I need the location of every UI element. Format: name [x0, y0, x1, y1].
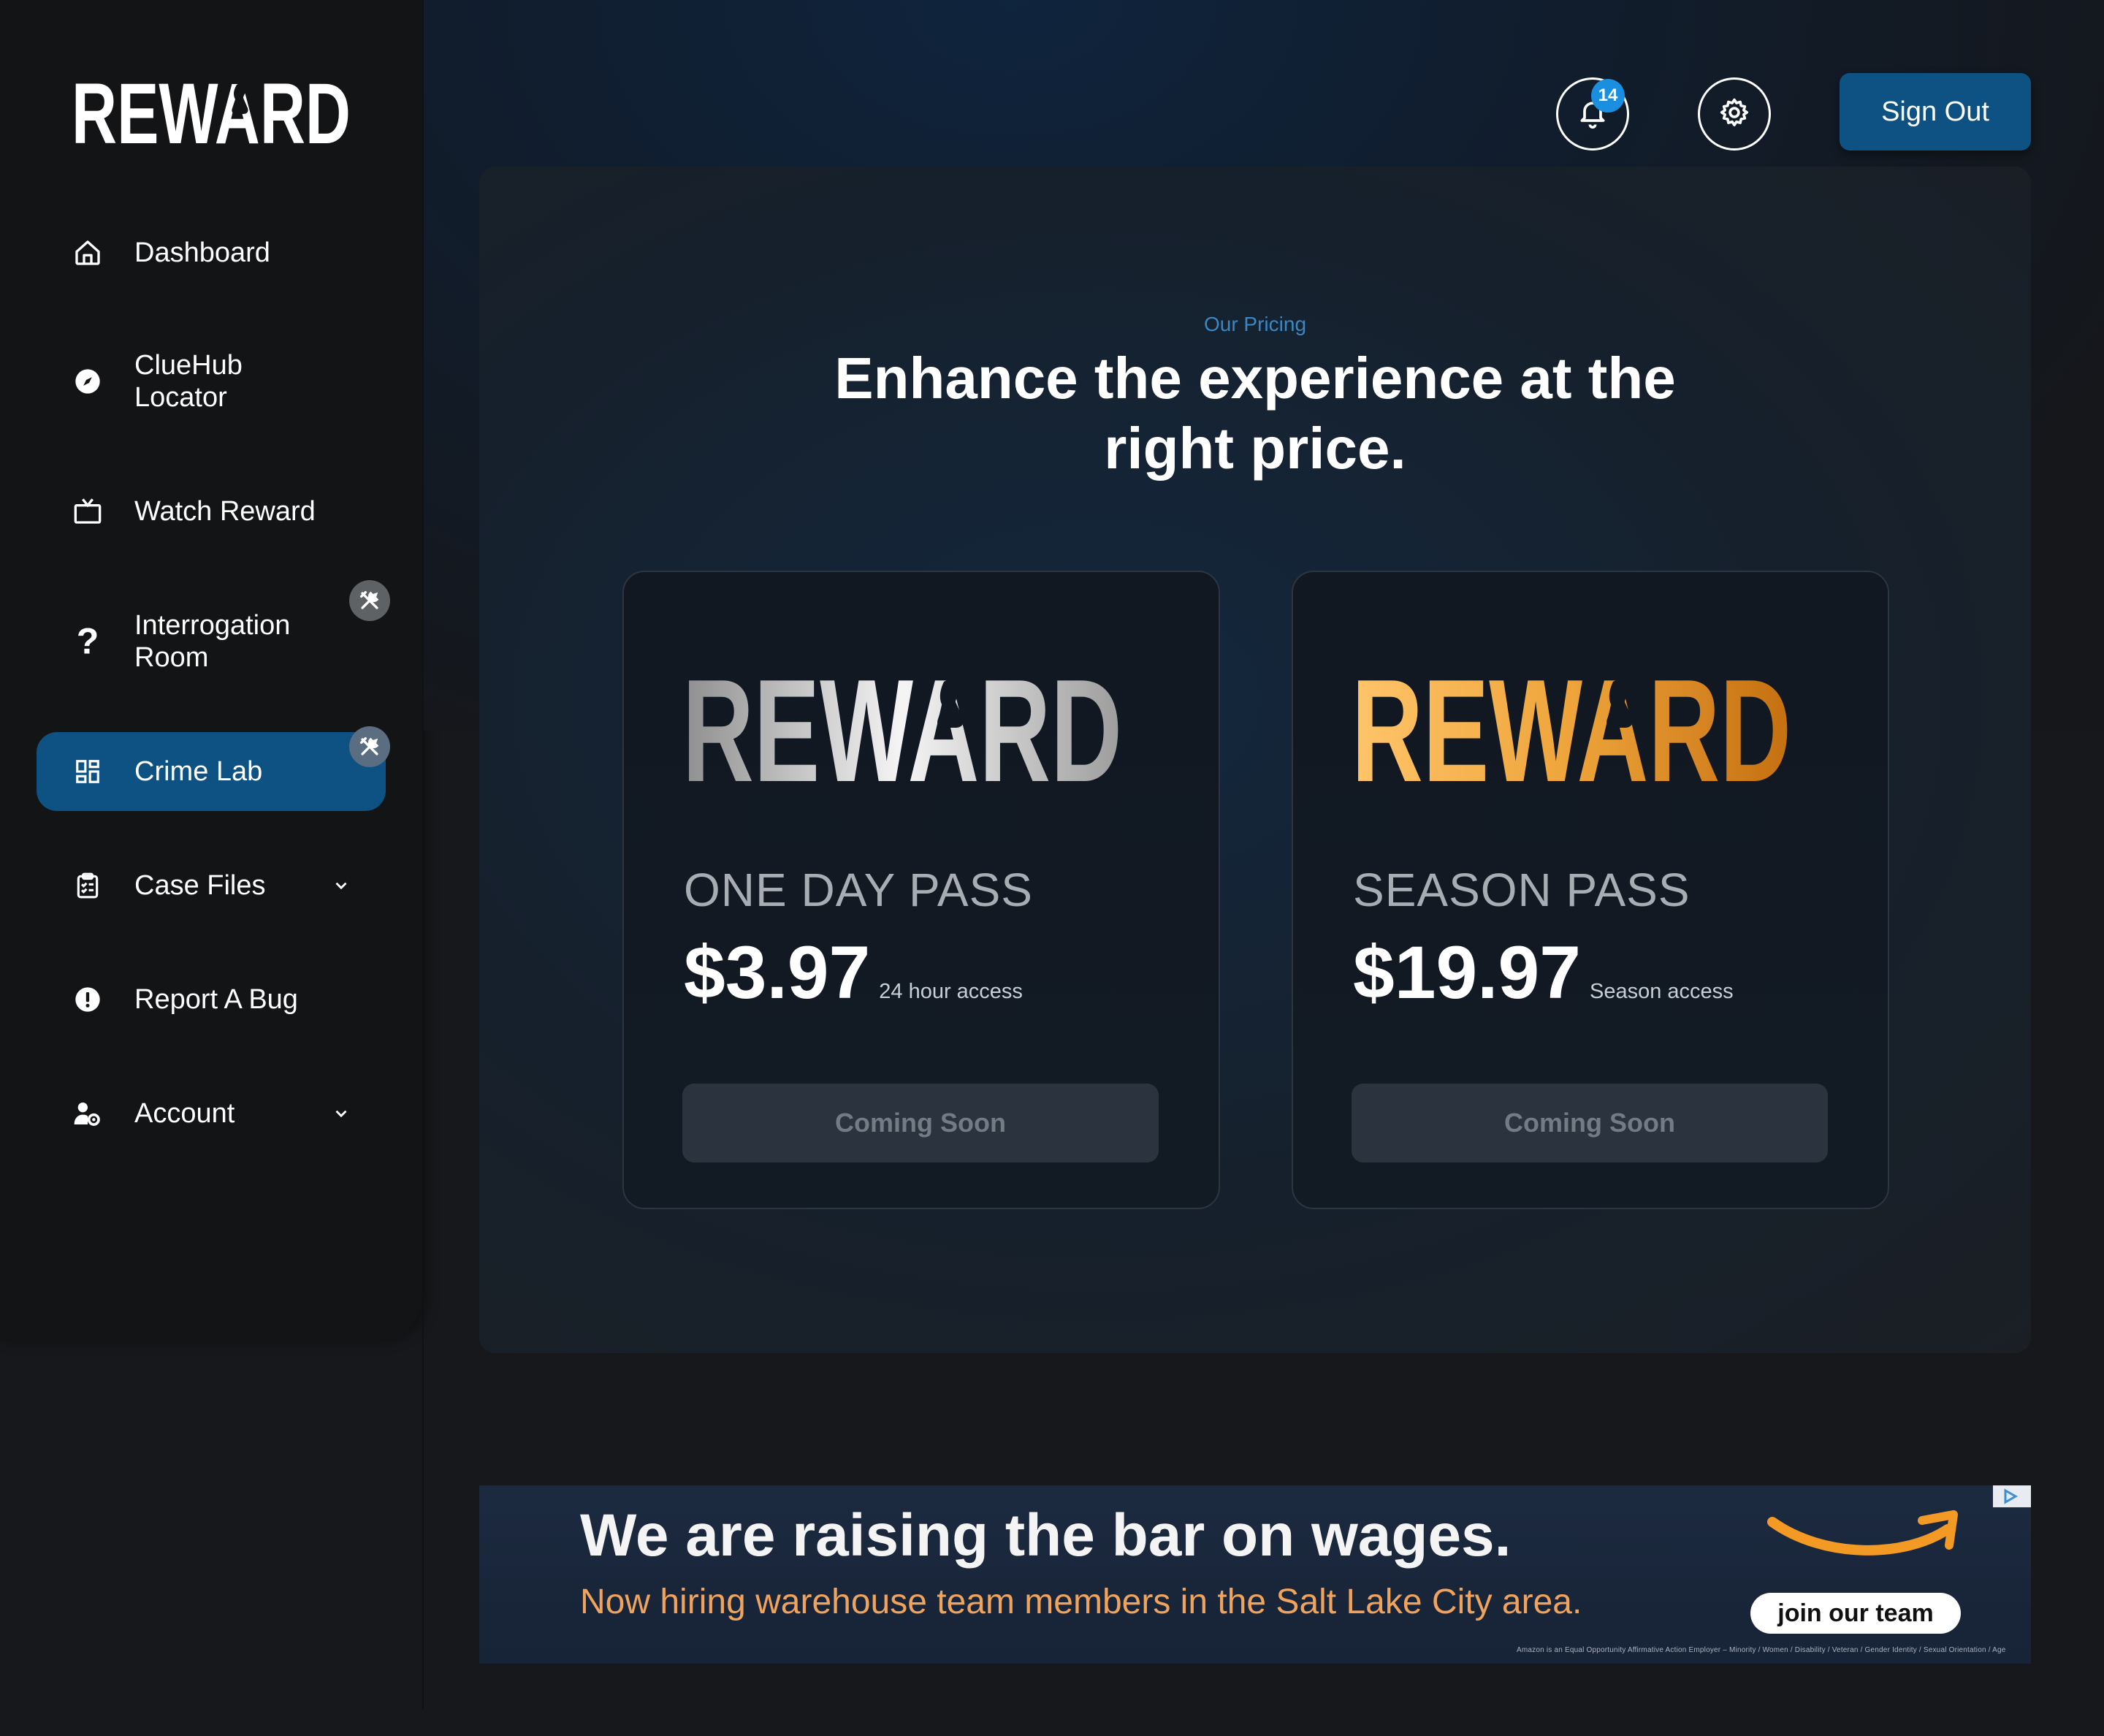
sign-out-button[interactable]: Sign Out [1840, 73, 2031, 151]
sidebar-item-label: Dashboard [134, 237, 270, 268]
sidebar-item-label: Crime Lab [134, 756, 263, 787]
sidebar-item-label: Interrogation Room [134, 610, 291, 673]
ad-headline: We are raising the bar on wages. [580, 1502, 1512, 1569]
sidebar-item-interrogation-room[interactable]: ? Interrogation Room [37, 602, 386, 681]
plan-access: 24 hour access [879, 980, 1023, 1003]
sidebar-item-report-a-bug[interactable]: Report A Bug [37, 960, 386, 1039]
sidebar-item-case-files[interactable]: Case Files [37, 846, 386, 925]
compass-icon [72, 365, 104, 397]
sidebar-item-label: Case Files [134, 870, 266, 901]
tools-icon [349, 726, 390, 767]
coming-soon-button[interactable]: Coming Soon [682, 1084, 1159, 1162]
sidebar-item-label: Account [134, 1098, 235, 1129]
plan-price: $19.97 [1353, 931, 1581, 1014]
plan-access: Season access [1589, 980, 1734, 1003]
pricing-panel: Our Pricing Enhance the experience at th… [479, 167, 2031, 1353]
sidebar-item-account[interactable]: Account [37, 1074, 386, 1153]
reward-logo[interactable]: REWARD [72, 70, 352, 149]
chevron-down-icon[interactable] [332, 876, 351, 895]
user-gear-icon [72, 1097, 104, 1130]
sidebar-item-dashboard[interactable]: Dashboard [37, 213, 386, 292]
settings-button[interactable] [1698, 77, 1771, 151]
ad-banner[interactable]: We are raising the bar on wages. Now hir… [479, 1485, 2031, 1664]
clipboard-icon [72, 869, 104, 902]
smile-arrow-icon [1765, 1500, 1962, 1569]
notification-count-badge: 14 [1591, 79, 1625, 113]
headline-line-1: Enhance the experience at the [834, 346, 1676, 411]
coming-soon-button[interactable]: Coming Soon [1352, 1084, 1828, 1162]
sidebar-item-cluehub-locator[interactable]: ClueHub Locator [37, 342, 386, 421]
svg-text:?: ? [77, 624, 99, 659]
alert-icon [72, 983, 104, 1016]
dashboard-grid-icon [72, 755, 104, 788]
plan-card-season: REWARD SEASON PASS $19.97 Season access … [1292, 571, 1889, 1209]
sidebar-item-label: Watch Reward [134, 496, 316, 527]
home-icon [72, 237, 104, 269]
reward-logo-gold: REWARD [1352, 650, 1793, 812]
gear-icon [1718, 96, 1750, 132]
price-row: $3.97 24 hour access [684, 930, 1023, 1016]
plan-card-one-day: REWARD ONE DAY PASS $3.97 24 hour access… [622, 571, 1220, 1209]
join-our-team-button[interactable]: join our team [1750, 1593, 1961, 1634]
adchoices-icon[interactable] [1993, 1485, 2031, 1507]
ad-subline: Now hiring warehouse team members in the… [580, 1583, 1582, 1621]
price-row: $19.97 Season access [1353, 930, 1734, 1016]
ad-fine-print: Amazon is an Equal Opportunity Affirmati… [1517, 1646, 2006, 1654]
sidebar-item-watch-reward[interactable]: Watch Reward [37, 472, 386, 551]
svg-text:REWARD: REWARD [72, 70, 351, 149]
headline-line-2: right price. [1104, 416, 1406, 481]
svg-text:REWARD: REWARD [1352, 666, 1791, 784]
tools-icon [349, 580, 390, 621]
plan-name: SEASON PASS [1353, 864, 1691, 916]
sidebar: REWARD Dashboard ClueHub Locator Watch R… [0, 0, 422, 1341]
sidebar-item-label: Report A Bug [134, 984, 298, 1015]
pricing-eyebrow: Our Pricing [1203, 313, 1307, 335]
sidebar-item-crime-lab[interactable]: Crime Lab [37, 732, 386, 811]
chevron-down-icon[interactable] [332, 1104, 351, 1123]
pricing-headline: Enhance the experience at the right pric… [479, 343, 2031, 484]
plan-price: $3.97 [684, 931, 871, 1014]
svg-text:REWARD: REWARD [682, 666, 1122, 784]
sidebar-item-label: ClueHub Locator [134, 350, 243, 413]
plan-name: ONE DAY PASS [684, 864, 1033, 916]
reward-logo-silver: REWARD [682, 650, 1124, 812]
tv-icon [72, 495, 104, 528]
question-icon: ? [72, 624, 104, 659]
